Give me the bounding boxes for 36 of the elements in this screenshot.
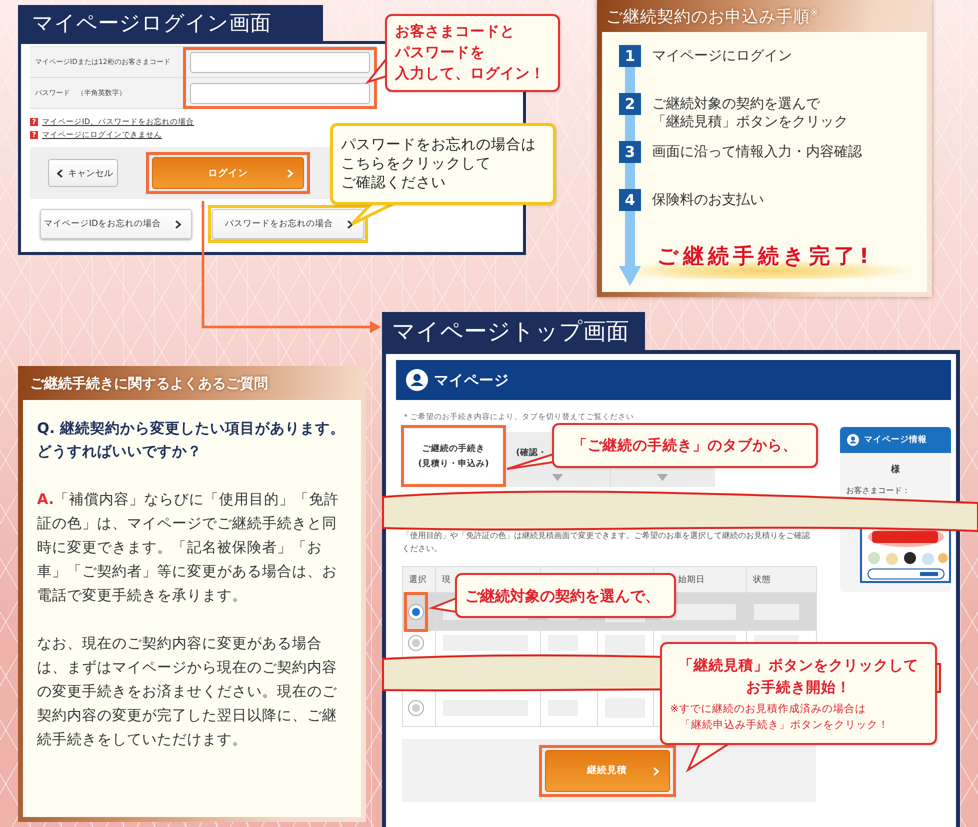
honorific-text: 様 xyxy=(890,464,901,476)
callout-text: ご確認ください xyxy=(341,174,446,192)
screen-title: マイページトップ画面 xyxy=(382,312,645,350)
callout-text: 「継続見積」ボタンをクリックして xyxy=(678,656,918,676)
answer-text: なお、現在のご契約内容に変更がある場合は、まずはマイページから現在のご契約内容の変更手続きをお済ませください。現在のご契約内容の変更が完了した翌日以降に、ご継続手続きをしていただけます。 xyxy=(37,634,338,750)
step-text: マイページにログイン xyxy=(652,47,792,65)
step-number: 2 xyxy=(619,93,641,115)
callout-note: 「継続申込み手続き」ボタンをクリック！ xyxy=(679,718,889,732)
card-title: マイページ情報 xyxy=(864,434,927,446)
callout-text: 入力して、ログイン！ xyxy=(395,64,545,84)
step-text: 保険料のお支払い xyxy=(652,191,764,209)
callout-note: ※すでに継続のお見積作成済みの場合は xyxy=(670,702,866,716)
step-text: 「継続見積」ボタンをクリック xyxy=(652,113,848,131)
callout-text: 「ご継続の手続き」のタブから、 xyxy=(572,436,798,456)
callout-text: ご継続対象の契約を選んで、 xyxy=(465,586,660,606)
customer-code-label: お客さまコード： xyxy=(846,485,911,496)
step-text: 画面に沿って情報入力・内容確認 xyxy=(652,143,862,161)
panel-title: ご継続手続きに関するよくあるご質問 xyxy=(29,375,269,394)
column-header: 始期日 xyxy=(678,574,705,584)
screen-title: マイページログイン画面 xyxy=(18,5,323,41)
answer-text: A.「補償内容」ならびに「使用目的」「免許証の色」は、マイページでご継続手続きと同時に変更できます。「記名被保険者」「お車」「ご契約者」等に変更がある場合は、お電話で変更手続きを承ります。 xyxy=(37,490,340,606)
question-text: Q. 継続契約から変更したい項目があります。どうすればいいですか？ xyxy=(37,419,346,462)
callout-text: パスワードをお忘れの場合は xyxy=(341,136,536,154)
callout-text: お客さまコードと xyxy=(395,22,515,42)
callout-text: パスワードを xyxy=(395,44,485,62)
callout-text: こちらをクリックして xyxy=(341,154,491,174)
column-header: 状態 xyxy=(753,574,771,584)
step-number: 4 xyxy=(619,189,641,211)
callout-text: お手続き開始！ xyxy=(746,678,851,698)
step-number: 1 xyxy=(619,45,641,67)
panel-title: ご継続契約のお申込み手順$^{※}$ xyxy=(605,6,820,28)
page-title: マイページ xyxy=(434,372,509,390)
step-number: 3 xyxy=(619,141,641,163)
column-header: 現 xyxy=(442,574,451,584)
column-header: 選択 xyxy=(409,574,427,584)
step-text: ご継続対象の契約を選んで xyxy=(652,95,820,113)
